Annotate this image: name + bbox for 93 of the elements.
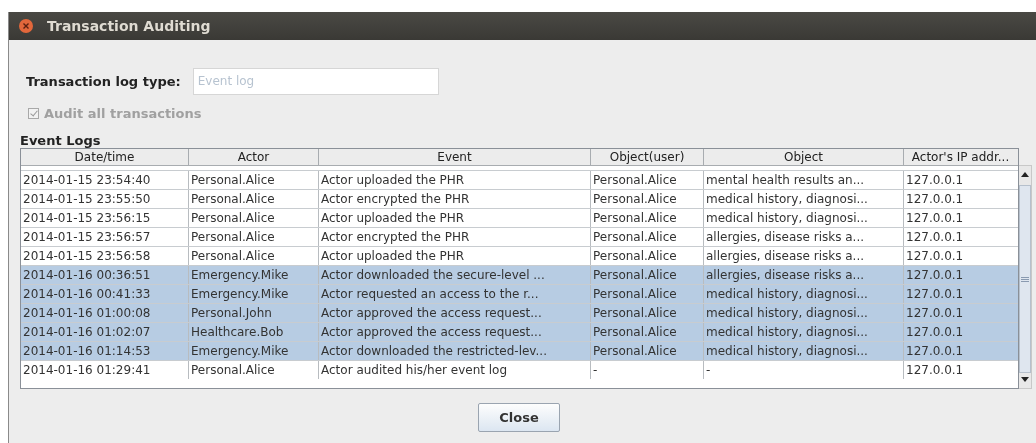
table-cell: 2014-01-15 23:56:58 bbox=[21, 247, 189, 265]
table-cell-text: 127.0.0.1 bbox=[905, 324, 965, 341]
table-cell-text: 127.0.0.1 bbox=[905, 229, 965, 246]
table-cell: allergies, disease risks a... bbox=[704, 228, 904, 246]
table-cell: 2014-01-16 00:41:33 bbox=[21, 285, 189, 303]
table-cell: medical history, diagnosi... bbox=[704, 190, 904, 208]
table-cell: Actor downloaded the secure-level ... bbox=[319, 266, 591, 284]
column-header[interactable]: Date/time bbox=[21, 149, 189, 165]
table-row[interactable]: 2014-01-16 00:36:51 Emergency.Mike Actor downloaded the secure-level ... Personal.Alice allergies, disease risks a... 127.0.0.1 bbox=[21, 266, 1018, 285]
table-cell: Personal.Alice bbox=[189, 247, 319, 265]
scroll-down-icon[interactable] bbox=[1021, 377, 1029, 382]
table-row[interactable]: 2014-01-15 23:55:50 Personal.Alice Actor encrypted the PHR Personal.Alice medical history, diagnosi... 127.0.0.1 bbox=[21, 190, 1018, 209]
table-cell: Actor encrypted the PHR bbox=[319, 228, 591, 246]
table-cell-text: 127.0.0.1 bbox=[905, 305, 965, 322]
table-cell: Personal.Alice bbox=[591, 247, 704, 265]
table-cell: Actor uploaded the PHR bbox=[319, 171, 591, 189]
checkbox-label: Audit all transactions bbox=[44, 105, 202, 121]
table-cell-text: 127.0.0.1 bbox=[905, 286, 965, 303]
table-cell-text: 127.0.0.1 bbox=[905, 267, 965, 284]
table-row[interactable]: 2014-01-15 23:54:40 Personal.Alice Actor uploaded the PHR Personal.Alice mental health results an... 127.0.0.1 bbox=[21, 171, 1018, 190]
table-cell: Personal.Alice bbox=[189, 190, 319, 208]
table-row[interactable]: 2014-01-15 23:56:58 Personal.Alice Actor uploaded the PHR Personal.Alice allergies, disease risks a... 127.0.0.1 bbox=[21, 247, 1018, 266]
table-cell: Emergency.Mike bbox=[189, 342, 319, 360]
column-header[interactable]: Object(user) bbox=[591, 149, 704, 165]
table-cell: Actor requested an access to the r... bbox=[319, 285, 591, 303]
table-cell: Personal.Alice bbox=[591, 171, 704, 189]
table-cell: Personal.Alice bbox=[591, 342, 704, 360]
table-cell: Personal.Alice bbox=[591, 285, 704, 303]
table-cell: Emergency.Mike bbox=[189, 285, 319, 303]
table-cell: 2014-01-16 01:14:53 bbox=[21, 342, 189, 360]
table-cell: 2014-01-16 01:00:08 bbox=[21, 304, 189, 322]
table-cell: 2014-01-15 23:55:50 bbox=[21, 190, 189, 208]
table-row[interactable]: 2014-01-16 01:00:08 Personal.John Actor approved the access request... Personal.Alice medical history, diagnosi... 127.0.0.1 bbox=[21, 304, 1018, 323]
table-cell: allergies, disease risks a... bbox=[704, 266, 904, 284]
table-cell: Actor approved the access request... bbox=[319, 304, 591, 322]
table-cell: medical history, diagnosi... bbox=[704, 342, 904, 360]
field-label: Transaction log type: bbox=[26, 73, 181, 89]
close-button[interactable]: Close bbox=[478, 403, 560, 432]
table-cell: Personal.Alice bbox=[591, 228, 704, 246]
table-cell: Personal.Alice bbox=[591, 323, 704, 341]
table-cell: Actor audited his/her event log bbox=[319, 361, 591, 379]
table-cell: Personal.Alice bbox=[591, 304, 704, 322]
table-cell: Actor encrypted the PHR bbox=[319, 190, 591, 208]
table-cell: medical history, diagnosi... bbox=[704, 304, 904, 322]
table-cell: medical history, diagnosi... bbox=[704, 285, 904, 303]
table-cell: medical history, diagnosi... bbox=[704, 323, 904, 341]
table-cell: Emergency.Mike bbox=[189, 266, 319, 284]
window-title: Transaction Auditing bbox=[47, 18, 211, 34]
table-cell: 2014-01-16 01:02:07 bbox=[21, 323, 189, 341]
table-cell-text: 127.0.0.1 bbox=[905, 362, 965, 379]
table-row[interactable]: 2014-01-16 00:41:33 Emergency.Mike Actor requested an access to the r... Personal.Alice medical history, diagnosi... 127.0.0.1 bbox=[21, 285, 1018, 304]
table-cell: Personal.Alice bbox=[591, 209, 704, 227]
table-cell: 2014-01-16 00:36:51 bbox=[21, 266, 189, 284]
table-cell: Personal.Alice bbox=[189, 171, 319, 189]
table-row[interactable]: 2014-01-16 01:14:53 Emergency.Mike Actor downloaded the restricted-lev... Personal.Alice medical history, diagnosi... 127.0.0.1 bbox=[21, 342, 1018, 361]
table-cell: Personal.Alice bbox=[189, 228, 319, 246]
table-cell: Actor approved the access request... bbox=[319, 323, 591, 341]
table-cell: medical history, diagnosi... bbox=[704, 209, 904, 227]
table-cell: Personal.Alice bbox=[189, 361, 319, 379]
table-cell-text: 127.0.0.1 bbox=[905, 248, 965, 265]
column-header[interactable]: Actor bbox=[189, 149, 319, 165]
table-cell: Actor downloaded the restricted-lev... bbox=[319, 342, 591, 360]
table-cell-text: 127.0.0.1 bbox=[905, 343, 965, 360]
table-cell-text: 127.0.0.1 bbox=[905, 191, 965, 208]
table-cell: allergies, disease risks a... bbox=[704, 247, 904, 265]
table-row[interactable]: 2014-01-15 23:56:15 Personal.Alice Actor uploaded the PHR Personal.Alice medical history, diagnosi... 127.0.0.1 bbox=[21, 209, 1018, 228]
table-cell: 2014-01-16 01:29:41 bbox=[21, 361, 189, 379]
scroll-up-icon[interactable] bbox=[1021, 172, 1029, 177]
table-cell-text: 127.0.0.1 bbox=[905, 210, 965, 227]
table-cell: mental health results an... bbox=[704, 171, 904, 189]
table-cell: Personal.Alice bbox=[591, 190, 704, 208]
table-cell: Personal.John bbox=[189, 304, 319, 322]
column-header[interactable]: Actor's IP addr... bbox=[904, 149, 1017, 165]
table-cell: 2014-01-15 23:54:40 bbox=[21, 171, 189, 189]
table-cell: Healthcare.Bob bbox=[189, 323, 319, 341]
scroll-thumb[interactable] bbox=[1019, 185, 1031, 373]
table-cell: Personal.Alice bbox=[591, 266, 704, 284]
column-header[interactable]: Event bbox=[319, 149, 591, 165]
scroll-bar[interactable] bbox=[1019, 165, 1032, 389]
table-cell: 2014-01-15 23:56:15 bbox=[21, 209, 189, 227]
table-cell-text: 127.0.0.1 bbox=[905, 172, 965, 189]
close-icon[interactable] bbox=[19, 19, 33, 33]
section-title: Event Logs bbox=[20, 133, 102, 148]
table-cell: - bbox=[704, 361, 904, 379]
table-cell: - bbox=[591, 361, 704, 379]
table-cell: Personal.Alice bbox=[189, 209, 319, 227]
log-type-field[interactable]: Event log bbox=[192, 67, 439, 95]
column-header[interactable]: Object bbox=[704, 149, 904, 165]
table-cell: Actor uploaded the PHR bbox=[319, 209, 591, 227]
table-cell: 2014-01-15 23:56:57 bbox=[21, 228, 189, 246]
table-row[interactable]: 2014-01-16 01:02:07 Healthcare.Bob Actor approved the access request... Personal.Alice medical history, diagnosi... 127.0.0.1 bbox=[21, 323, 1018, 342]
table-row[interactable]: 2014-01-15 23:56:57 Personal.Alice Actor encrypted the PHR Personal.Alice allergies, disease risks a... 127.0.0.1 bbox=[21, 228, 1018, 247]
table-cell: Actor uploaded the PHR bbox=[319, 247, 591, 265]
